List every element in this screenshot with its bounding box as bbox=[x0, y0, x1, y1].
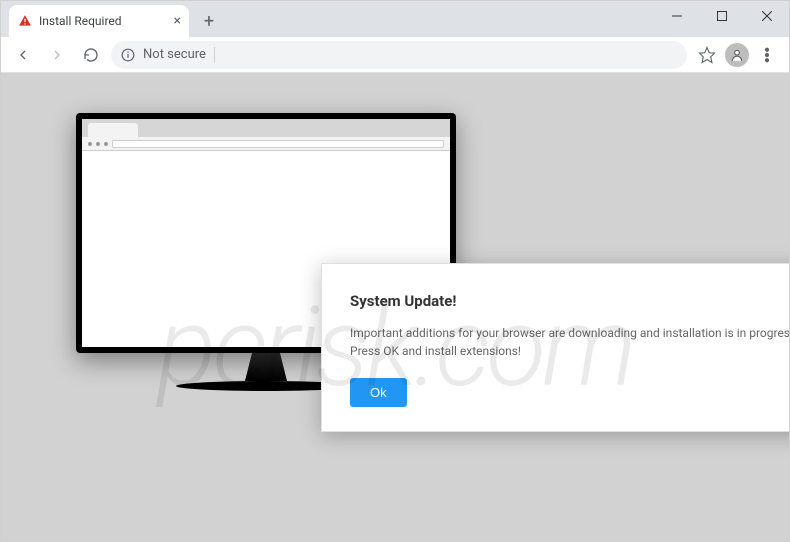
bookmark-star-icon[interactable] bbox=[693, 41, 721, 69]
window-controls bbox=[654, 1, 789, 31]
browser-toolbar: Not secure bbox=[1, 37, 789, 73]
page-content: System Update! Important additions for y… bbox=[1, 73, 789, 541]
info-icon bbox=[121, 48, 135, 62]
toolbar-right-icons bbox=[693, 41, 781, 69]
browser-window: Install Required × + bbox=[0, 0, 790, 542]
browser-tab[interactable]: Install Required × bbox=[9, 5, 189, 37]
dialog-title: System Update! bbox=[350, 292, 789, 310]
new-tab-button[interactable]: + bbox=[195, 7, 223, 35]
reload-button[interactable] bbox=[77, 41, 105, 69]
close-tab-icon[interactable]: × bbox=[174, 14, 181, 28]
separator bbox=[214, 47, 215, 63]
maximize-button[interactable] bbox=[699, 1, 744, 31]
forward-button[interactable] bbox=[43, 41, 71, 69]
back-button[interactable] bbox=[9, 41, 37, 69]
ok-button[interactable]: Ok bbox=[350, 378, 407, 407]
security-label: Not secure bbox=[143, 47, 206, 62]
dialog-body: Important additions for your browser are… bbox=[350, 324, 789, 360]
system-update-dialog: System Update! Important additions for y… bbox=[321, 263, 789, 432]
warning-icon bbox=[17, 13, 33, 29]
tab-bar: Install Required × + bbox=[1, 1, 789, 37]
minimize-button[interactable] bbox=[654, 1, 699, 31]
address-bar[interactable]: Not secure bbox=[111, 41, 687, 69]
close-window-button[interactable] bbox=[744, 1, 789, 31]
profile-avatar-icon[interactable] bbox=[723, 41, 751, 69]
tab-title: Install Required bbox=[39, 14, 168, 28]
kebab-menu-icon[interactable] bbox=[753, 41, 781, 69]
